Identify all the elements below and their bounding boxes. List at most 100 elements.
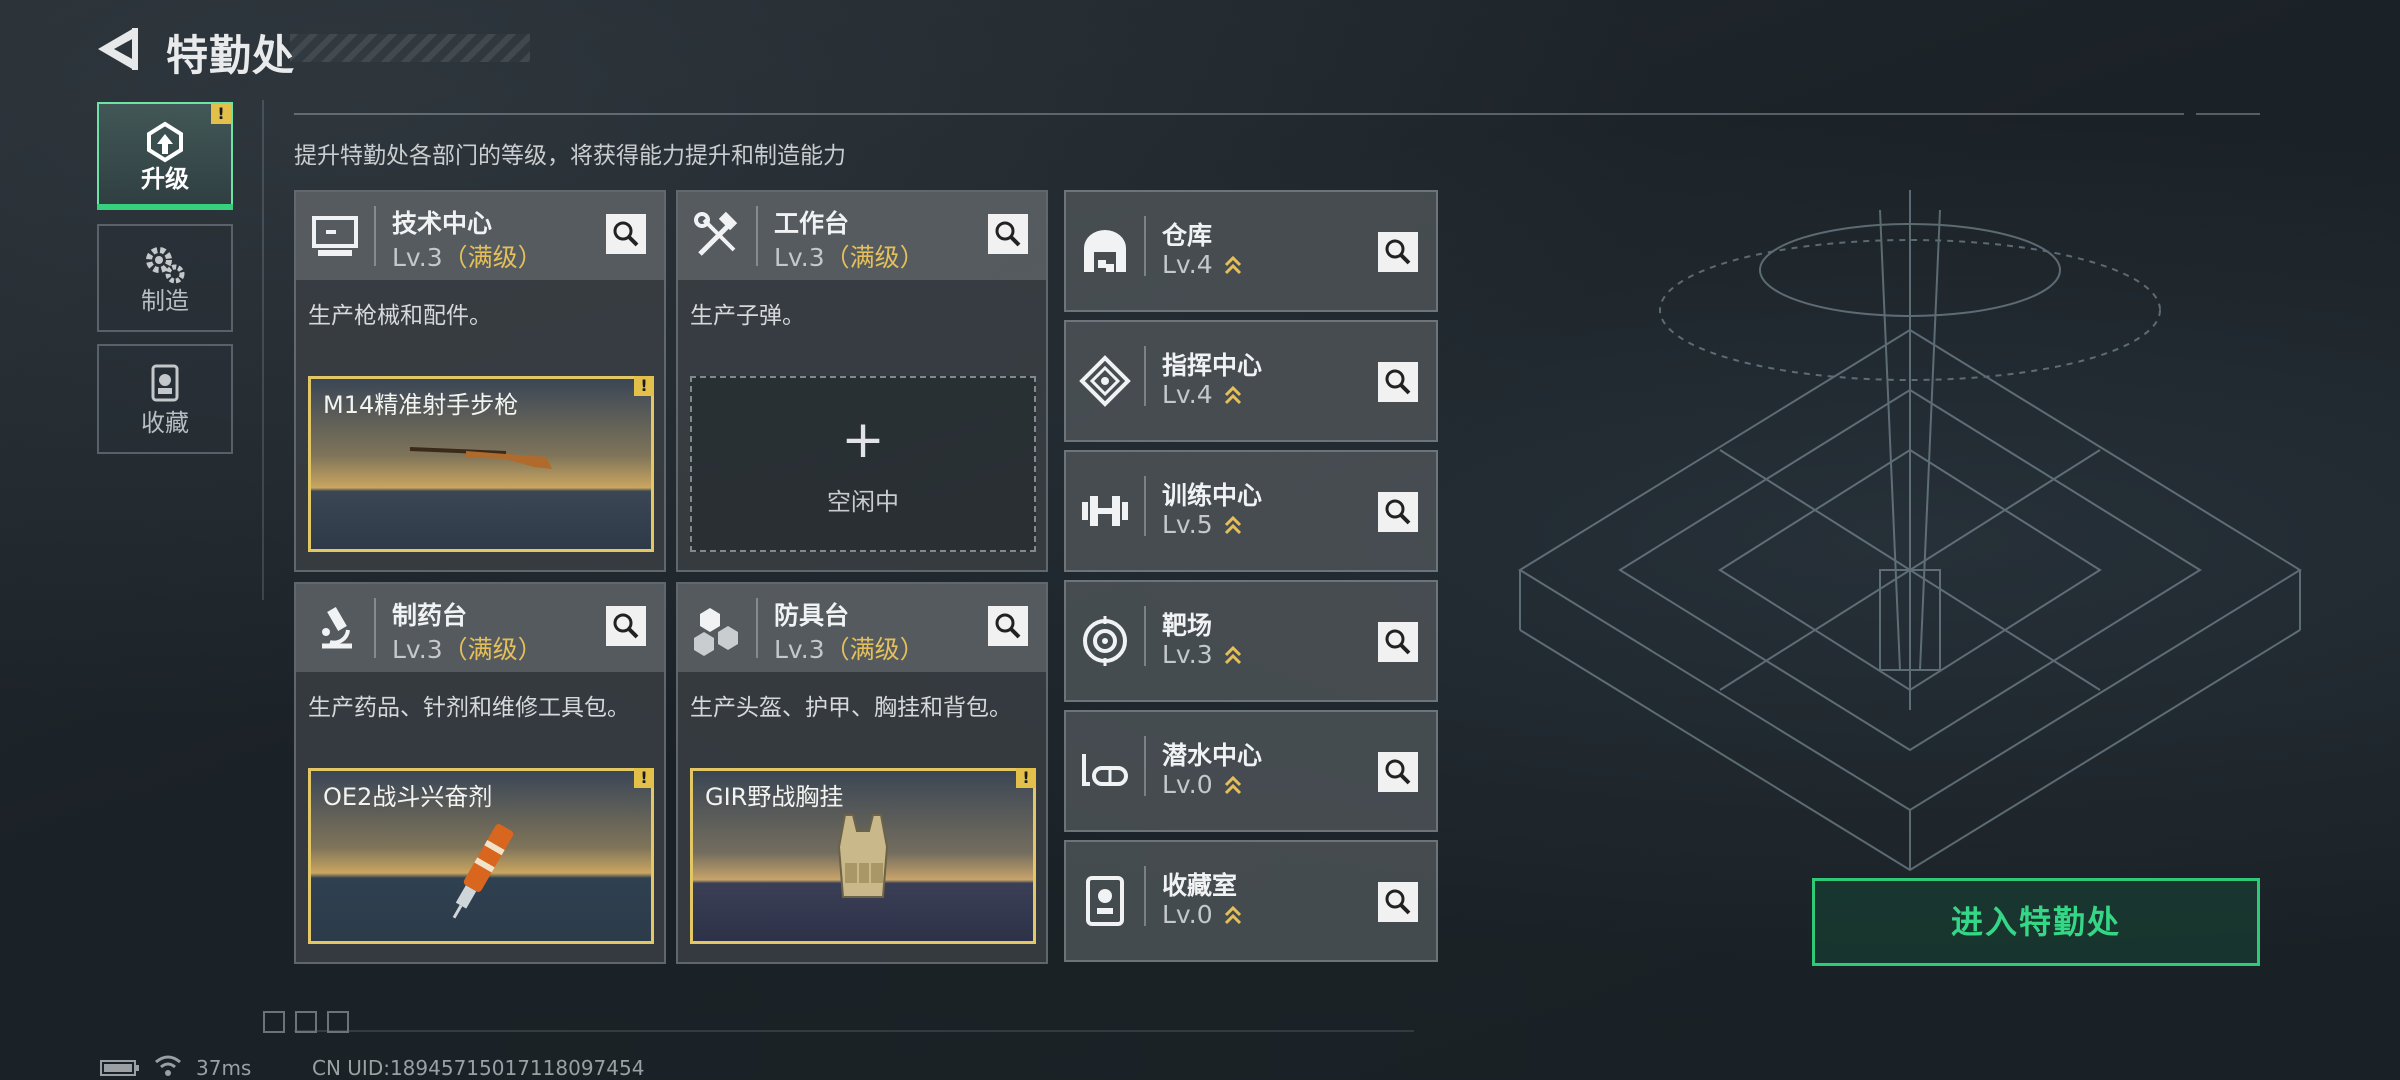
computer-icon	[312, 216, 358, 256]
base-blueprint-illustration	[1518, 190, 2302, 872]
crafting-slot[interactable]: M14精准射手步枪 !	[308, 376, 654, 552]
card-separator	[756, 598, 758, 658]
level-value: Lv.5	[1162, 510, 1213, 539]
level-value: Lv.0	[1162, 900, 1213, 929]
card-separator	[1144, 216, 1146, 276]
alert-badge: !	[634, 376, 654, 396]
card-separator	[1144, 476, 1146, 536]
facility-row-command-center[interactable]: 指挥中心 Lv.4	[1064, 320, 1438, 442]
facility-name: 工作台	[774, 209, 850, 238]
upgrade-available-icon	[1224, 255, 1241, 275]
facility-name: 训练中心	[1162, 481, 1263, 510]
divider	[2196, 113, 2260, 115]
facility-card-tech-center[interactable]: 技术中心 Lv.3（满级） 生产枪械和配件。 M14精准射手步枪 !	[294, 190, 666, 572]
syringe-icon	[452, 824, 514, 919]
facility-card-pharmacy[interactable]: 制药台 Lv.3（满级） 生产药品、针剂和维修工具包。 OE2战斗兴奋剂 !	[294, 582, 666, 964]
upgrade-available-icon	[1224, 385, 1241, 405]
gears-icon	[146, 247, 185, 284]
target-icon	[1083, 616, 1127, 666]
collection-room-icon	[1086, 876, 1124, 926]
level-value: Lv.4	[1162, 250, 1213, 279]
upgrade-available-icon	[1224, 775, 1241, 795]
facility-level: Lv.5	[1162, 510, 1243, 539]
facility-name: 仓库	[1162, 221, 1213, 250]
divider	[294, 113, 2184, 115]
collection-icon	[151, 364, 179, 402]
idle-label: 空闲中	[827, 488, 899, 516]
alert-badge: !	[211, 104, 231, 124]
search-icon[interactable]	[606, 606, 646, 646]
tab-upgrade-label: 升级	[141, 165, 189, 193]
facility-description: 生产枪械和配件。	[308, 303, 492, 329]
upgrade-available-icon	[1224, 515, 1241, 535]
facility-card-armor-bench[interactable]: 防具台 Lv.3（满级） 生产头盔、护甲、胸挂和背包。 GIR野战胸挂 !	[676, 582, 1048, 964]
enter-special-ops-button[interactable]: 进入特勤处	[1812, 878, 2260, 966]
max-level-label: （满级）	[824, 243, 925, 272]
facility-level: Lv.3（满级）	[392, 630, 543, 666]
crafting-slot[interactable]: GIR野战胸挂 !	[690, 768, 1036, 944]
search-icon[interactable]	[1378, 232, 1418, 272]
search-icon[interactable]	[988, 214, 1028, 254]
upgrade-icon	[147, 121, 183, 163]
command-center-icon	[1079, 355, 1131, 407]
facility-card-workbench[interactable]: 工作台 Lv.3（满级） 生产子弹。 + 空闲中	[676, 190, 1048, 572]
upgrade-available-icon	[1224, 645, 1241, 665]
facility-name: 收藏室	[1162, 871, 1238, 900]
divider	[262, 100, 264, 600]
dumbbell-icon	[1082, 496, 1128, 526]
search-icon[interactable]	[1378, 622, 1418, 662]
card-separator	[1144, 866, 1146, 926]
level-value: Lv.3	[1162, 640, 1213, 669]
level-value: Lv.3	[774, 635, 825, 664]
level-value: Lv.0	[1162, 770, 1213, 799]
card-separator	[1144, 736, 1146, 796]
vest-icon	[837, 814, 889, 898]
facility-row-diving-center[interactable]: 潜水中心 Lv.0	[1064, 710, 1438, 832]
tab-craft[interactable]: 制造	[97, 224, 233, 332]
idle-slot[interactable]: + 空闲中	[690, 376, 1036, 552]
facility-row-training-center[interactable]: 训练中心 Lv.5	[1064, 450, 1438, 572]
cubes-icon	[694, 608, 738, 656]
upgrade-available-icon	[1224, 905, 1241, 925]
card-separator	[374, 206, 376, 266]
tab-upgrade[interactable]: 升级 !	[97, 102, 233, 210]
facility-level: Lv.0	[1162, 770, 1243, 799]
title-decoration	[290, 34, 530, 62]
battery-icon	[100, 1060, 139, 1076]
facility-name: 技术中心	[392, 209, 493, 238]
facility-row-warehouse[interactable]: 仓库 Lv.4	[1064, 190, 1438, 312]
divider	[294, 1030, 1414, 1032]
search-icon[interactable]	[606, 214, 646, 254]
search-icon[interactable]	[1378, 362, 1418, 402]
crafting-item-name: OE2战斗兴奋剂	[323, 783, 493, 811]
facility-level: Lv.4	[1162, 250, 1243, 279]
facility-row-collection-room[interactable]: 收藏室 Lv.0	[1064, 840, 1438, 962]
wifi-icon	[155, 1055, 181, 1076]
hud-decoration	[263, 1011, 349, 1033]
card-header: 工作台 Lv.3（满级）	[678, 192, 1046, 280]
back-arrow-icon[interactable]	[94, 24, 140, 74]
add-icon: +	[841, 410, 885, 470]
tab-collection[interactable]: 收藏	[97, 344, 233, 454]
card-header: 防具台 Lv.3（满级）	[678, 584, 1046, 672]
search-icon[interactable]	[988, 606, 1028, 646]
facility-level: Lv.3	[1162, 640, 1243, 669]
search-icon[interactable]	[1378, 492, 1418, 532]
tools-icon	[694, 211, 738, 256]
facility-level: Lv.3（满级）	[774, 630, 925, 666]
microscope-icon	[322, 606, 352, 649]
search-icon[interactable]	[1378, 882, 1418, 922]
facility-row-shooting-range[interactable]: 靶场 Lv.3	[1064, 580, 1438, 702]
card-header: 制药台 Lv.3（满级）	[296, 584, 664, 672]
facility-name: 制药台	[392, 601, 468, 630]
max-level-label: （满级）	[824, 635, 925, 664]
search-icon[interactable]	[1378, 752, 1418, 792]
facility-name: 潜水中心	[1162, 741, 1263, 770]
facility-description: 生产药品、针剂和维修工具包。	[308, 695, 630, 721]
facility-name: 靶场	[1162, 611, 1213, 640]
crafting-slot[interactable]: OE2战斗兴奋剂 !	[308, 768, 654, 944]
level-value: Lv.3	[392, 243, 443, 272]
page-title: 特勤处	[166, 31, 296, 80]
subtitle: 提升特勤处各部门的等级，将获得能力提升和制造能力	[294, 143, 846, 169]
tab-collection-label: 收藏	[141, 409, 189, 437]
